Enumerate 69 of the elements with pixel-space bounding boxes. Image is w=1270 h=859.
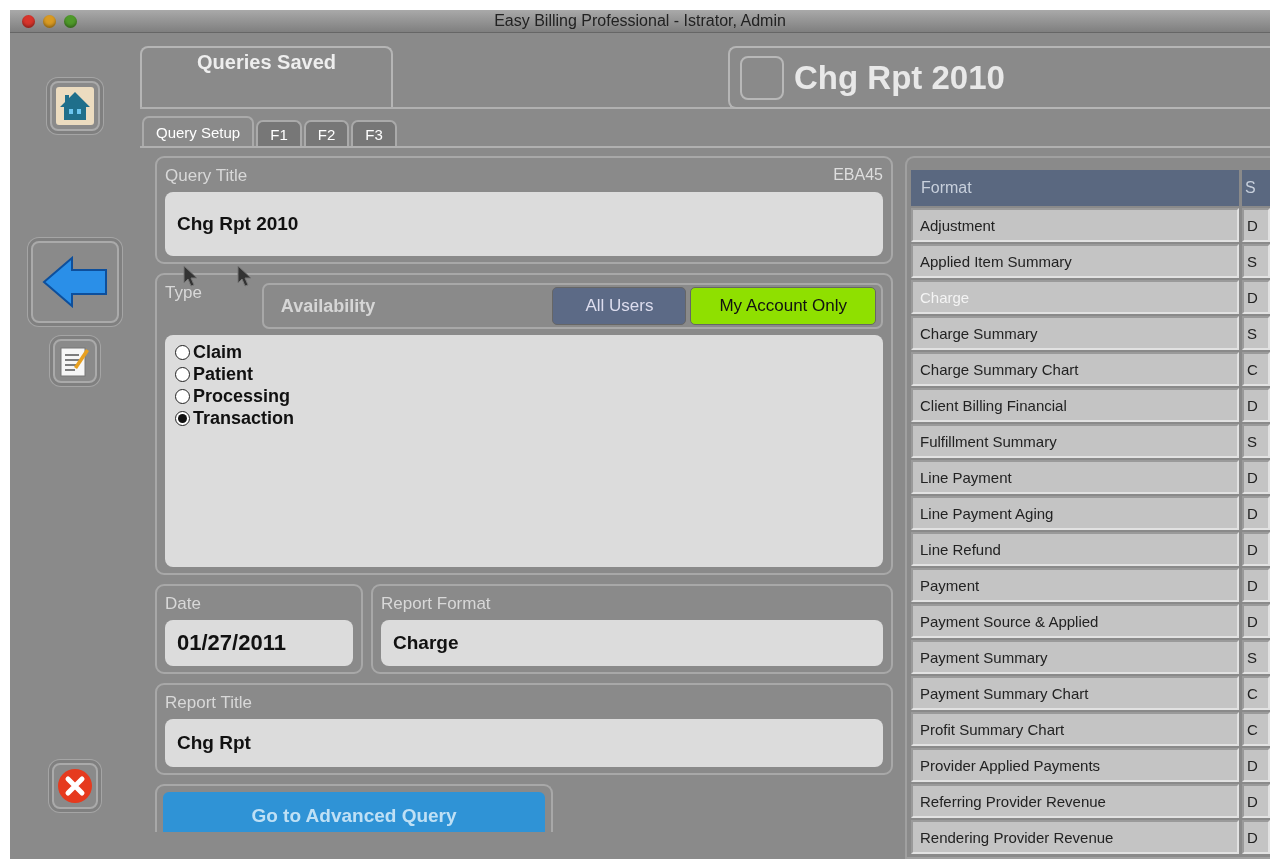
tab[interactable]: F2 [303,120,350,146]
close-window-icon[interactable] [22,14,35,28]
window-title: Easy Billing Professional - Istrator, Admin [494,12,786,30]
query-code: EBA45 [833,166,883,185]
availability-option[interactable]: All Users [552,287,687,325]
table-cell[interactable]: S [1242,640,1270,674]
table-cell[interactable]: S [1242,244,1270,278]
table-cell[interactable]: Adjustment [911,208,1239,242]
availability-label: Availability [280,295,376,317]
table-cell[interactable]: D [1242,820,1270,854]
table-cell[interactable]: Rendering Provider Revenue [911,820,1239,854]
table-cell[interactable]: C [1242,712,1270,746]
zoom-window-icon[interactable] [64,14,77,28]
table-cell[interactable]: Fulfillment Summary [911,424,1239,458]
table-cell[interactable]: D [1242,784,1270,818]
field-label: Query Title [165,166,248,186]
table-cell[interactable]: Charge Summary [911,316,1239,350]
type-radio-option[interactable]: Processing [175,385,291,407]
table-cell[interactable]: Line Payment Aging [911,496,1239,530]
table-cell[interactable]: Payment Summary [911,640,1239,674]
table-cell[interactable]: Client Billing Financial [911,388,1239,422]
home-icon [56,87,94,125]
table-cell[interactable]: Provider Applied Payments [911,748,1239,782]
table-cell[interactable]: Profit Summary Chart [911,712,1239,746]
column-header: S [1242,170,1270,206]
date-field[interactable]: 01/27/2011 [165,620,353,666]
banner-checkbox[interactable] [740,55,784,100]
field-label: Date [165,594,202,614]
back-arrow-icon [42,256,108,308]
table-cell[interactable]: D [1242,604,1270,638]
type-radio-option[interactable]: Claim [175,341,243,363]
query-title-field[interactable]: Chg Rpt 2010 [165,192,883,256]
table-cell[interactable]: D [1242,748,1270,782]
table-cell[interactable]: Payment Summary Chart [911,676,1239,710]
table-cell[interactable]: D [1242,568,1270,602]
field-label: Report Format [381,594,492,614]
notepad-pencil-icon [60,345,90,377]
table-cell[interactable]: S [1242,316,1270,350]
type-radio-option[interactable]: Patient [175,363,253,385]
table-cell[interactable]: Applied Item Summary [911,244,1239,278]
type-radio-option[interactable]: Transaction [175,407,295,429]
field-label: Report Title [165,693,253,713]
table-cell[interactable]: S [1242,424,1270,458]
field-label: Type [165,283,202,303]
column-header: Format [911,170,1239,206]
table-cell[interactable]: D [1242,496,1270,530]
tab[interactable]: F1 [256,120,302,146]
minimize-window-icon[interactable] [43,14,56,28]
mouse-pointer-icon [237,265,253,287]
report-title-field[interactable]: Chg Rpt [165,719,883,767]
table-cell[interactable]: Payment [911,568,1239,602]
table-cell[interactable]: Charge Summary Chart [911,352,1239,386]
table-cell[interactable]: C [1242,676,1270,710]
table-cell[interactable]: D [1242,460,1270,494]
table-cell[interactable]: D [1242,388,1270,422]
availability-option[interactable]: My Account Only [690,287,876,325]
table-cell[interactable]: Referring Provider Revenue [911,784,1239,818]
banner-title: Chg Rpt 2010 [794,58,1005,97]
table-cell[interactable]: Line Refund [911,532,1239,566]
report-format-field[interactable]: Charge [381,620,883,666]
table-cell[interactable]: D [1242,208,1270,242]
close-icon [57,768,93,804]
table-cell[interactable]: D [1242,280,1270,314]
mouse-pointer-icon [183,265,199,287]
table-cell[interactable]: Payment Source & Applied [911,604,1239,638]
table-cell[interactable]: Line Payment [911,460,1239,494]
table-cell[interactable]: D [1242,532,1270,566]
table-cell[interactable]: C [1242,352,1270,386]
tab[interactable]: F3 [351,120,397,146]
